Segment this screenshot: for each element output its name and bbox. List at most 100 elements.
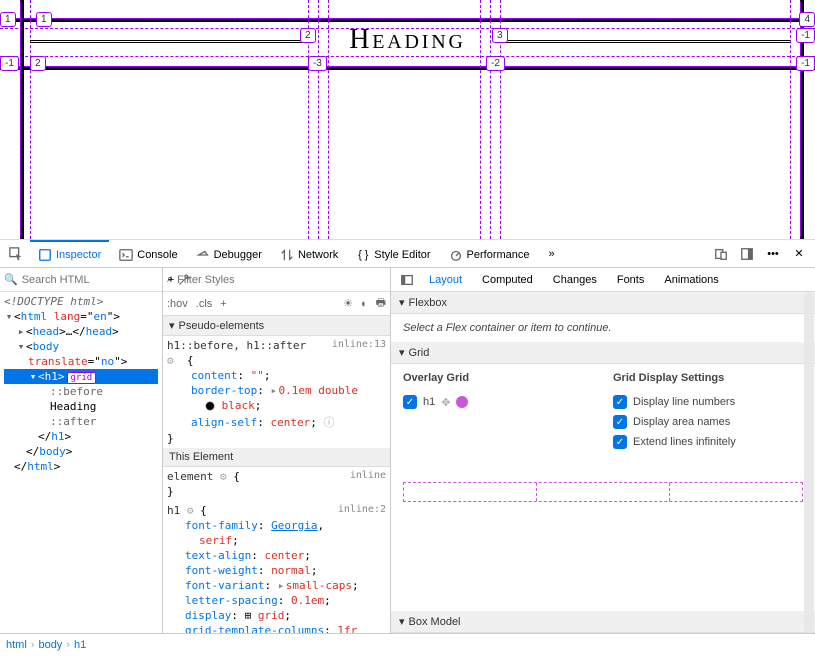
- close-icon[interactable]: ✕: [787, 242, 811, 266]
- css-declaration[interactable]: serif;: [167, 533, 386, 548]
- dom-tree[interactable]: <!DOCTYPE html> ▾<html lang="en"> ▸<head…: [0, 292, 162, 633]
- dom-after[interactable]: ::after: [4, 414, 158, 429]
- grid-color-swatch[interactable]: [456, 396, 468, 408]
- grid-settings-heading: Grid Display Settings: [613, 372, 803, 384]
- light-scheme-icon[interactable]: ☀: [343, 297, 353, 310]
- tab-style-editor[interactable]: { }Style Editor: [348, 240, 438, 268]
- dock-icon[interactable]: [735, 242, 759, 266]
- filter-styles-input[interactable]: [177, 274, 386, 286]
- tab-network[interactable]: Network: [272, 240, 346, 268]
- grid-line-num: 2: [30, 56, 46, 71]
- rules-panel: ⌕ :hov .cls + ☀ ◐ 🖶 ▾Pseudo-elements h1:…: [163, 268, 391, 633]
- tab-animations[interactable]: Animations: [654, 268, 728, 292]
- breadcrumb-item[interactable]: html: [6, 639, 27, 651]
- info-icon[interactable]: ⓘ: [323, 416, 334, 429]
- box-model-accordion[interactable]: ▾Box Model: [391, 611, 815, 633]
- devtools-toolbar: Inspector Console Debugger Network { }St…: [0, 240, 815, 268]
- grid-line-num: 1: [36, 12, 52, 27]
- css-declaration[interactable]: border-top: ▸0.1em double: [167, 383, 386, 398]
- tab-fonts[interactable]: Fonts: [607, 268, 655, 292]
- grid-line-num: -1: [0, 56, 19, 71]
- breadcrumb-item[interactable]: body: [38, 639, 62, 651]
- chevron-right-icon: ›: [66, 639, 70, 651]
- twisty-icon[interactable]: ▾: [399, 296, 405, 309]
- flexbox-accordion[interactable]: ▾Flexbox: [391, 292, 815, 314]
- source-link[interactable]: inline:13: [332, 339, 386, 350]
- pick-element-icon[interactable]: [4, 242, 28, 266]
- twisty-icon[interactable]: ▸: [16, 325, 26, 338]
- twisty-icon[interactable]: ▾: [4, 310, 14, 323]
- chevron-right-icon: ›: [31, 639, 35, 651]
- dom-body-close[interactable]: </body>: [4, 444, 158, 459]
- twisty-icon[interactable]: ▾: [169, 319, 175, 332]
- grid-line-num: -3: [308, 56, 327, 71]
- dom-html[interactable]: ▾<html lang="en">: [4, 309, 158, 324]
- scrollbar[interactable]: [804, 292, 814, 633]
- grid-outline-preview[interactable]: [403, 482, 803, 502]
- checkbox-h1-overlay[interactable]: ✓: [403, 395, 417, 409]
- twisty-icon[interactable]: ▾: [399, 346, 405, 359]
- tab-performance[interactable]: Performance: [441, 240, 538, 268]
- grid-line-num: 2: [300, 28, 316, 43]
- gear-icon[interactable]: ⚙: [220, 470, 227, 483]
- print-icon[interactable]: 🖶: [376, 294, 386, 313]
- twisty-icon[interactable]: ▾: [16, 340, 26, 353]
- css-declaration[interactable]: align-self: center; ⓘ: [167, 413, 386, 431]
- css-declaration[interactable]: grid-template-columns: 1fr: [167, 623, 386, 633]
- pseudo-section[interactable]: ▾Pseudo-elements: [163, 316, 390, 336]
- dom-h1-selected[interactable]: ▾<h1>grid: [4, 369, 158, 384]
- css-declaration[interactable]: font-variant: ▸small-caps;: [167, 578, 386, 593]
- css-declaration[interactable]: black;: [167, 398, 386, 413]
- sidebar-toggle-icon[interactable]: [395, 268, 419, 292]
- cls-button[interactable]: .cls: [196, 298, 213, 310]
- tab-computed[interactable]: Computed: [472, 268, 543, 292]
- css-declaration[interactable]: content: "";: [167, 368, 386, 383]
- twisty-icon[interactable]: ▾: [28, 370, 38, 383]
- gear-icon[interactable]: ⚙: [167, 354, 174, 367]
- dom-h1-close[interactable]: </h1>: [4, 429, 158, 444]
- tab-changes[interactable]: Changes: [543, 268, 607, 292]
- dom-before[interactable]: ::before: [4, 384, 158, 399]
- grid-line-num: -1: [796, 56, 815, 71]
- grid-swatch-icon[interactable]: ⊞: [245, 609, 252, 622]
- flexbox-hint: Select a Flex container or item to conti…: [403, 322, 612, 334]
- grid-item-label[interactable]: h1: [423, 396, 435, 408]
- dom-head[interactable]: ▸<head>…</head>: [4, 324, 158, 339]
- css-declaration[interactable]: font-family: Georgia,: [167, 518, 386, 533]
- grid-badge[interactable]: grid: [67, 372, 97, 384]
- twisty-icon[interactable]: ▾: [399, 615, 405, 628]
- dom-body-attr[interactable]: translate="no">: [4, 354, 158, 369]
- new-rule-icon[interactable]: +: [220, 298, 226, 310]
- tab-layout[interactable]: Layout: [419, 268, 472, 292]
- tab-debugger[interactable]: Debugger: [188, 240, 270, 268]
- css-declaration[interactable]: text-align: center;: [167, 548, 386, 563]
- grid-line-num: -1: [796, 28, 815, 43]
- dark-scheme-icon[interactable]: ◐: [361, 298, 368, 310]
- gear-icon[interactable]: ⚙: [187, 504, 194, 517]
- source-link[interactable]: inline:2: [338, 504, 386, 515]
- css-declaration[interactable]: display: ⊞ grid;: [167, 608, 386, 623]
- tab-console[interactable]: Console: [111, 240, 185, 268]
- more-tabs-icon[interactable]: »: [540, 242, 564, 266]
- highlight-icon[interactable]: ✥: [441, 396, 450, 409]
- responsive-mode-icon[interactable]: [709, 242, 733, 266]
- grid-line-num: -2: [486, 56, 505, 71]
- breadcrumb-item[interactable]: h1: [74, 639, 86, 651]
- grid-accordion[interactable]: ▾Grid: [391, 342, 815, 364]
- tab-inspector[interactable]: Inspector: [30, 240, 109, 268]
- layout-panel: Layout Computed Changes Fonts Animations…: [391, 268, 815, 633]
- search-html-input[interactable]: [22, 274, 164, 286]
- dom-text[interactable]: Heading: [4, 399, 158, 414]
- dom-doctype[interactable]: <!DOCTYPE html>: [4, 294, 158, 309]
- hov-button[interactable]: :hov: [167, 298, 188, 310]
- css-declaration[interactable]: letter-spacing: 0.1em;: [167, 593, 386, 608]
- kebab-icon[interactable]: •••: [761, 242, 785, 266]
- dom-body[interactable]: ▾<body: [4, 339, 158, 354]
- checkbox-extend-lines[interactable]: ✓: [613, 435, 627, 449]
- checkbox-area-names[interactable]: ✓: [613, 415, 627, 429]
- source-link[interactable]: inline: [350, 470, 386, 481]
- css-declaration[interactable]: font-weight: normal;: [167, 563, 386, 578]
- dom-html-close[interactable]: </html>: [4, 459, 158, 474]
- color-swatch[interactable]: [205, 401, 215, 411]
- checkbox-line-numbers[interactable]: ✓: [613, 395, 627, 409]
